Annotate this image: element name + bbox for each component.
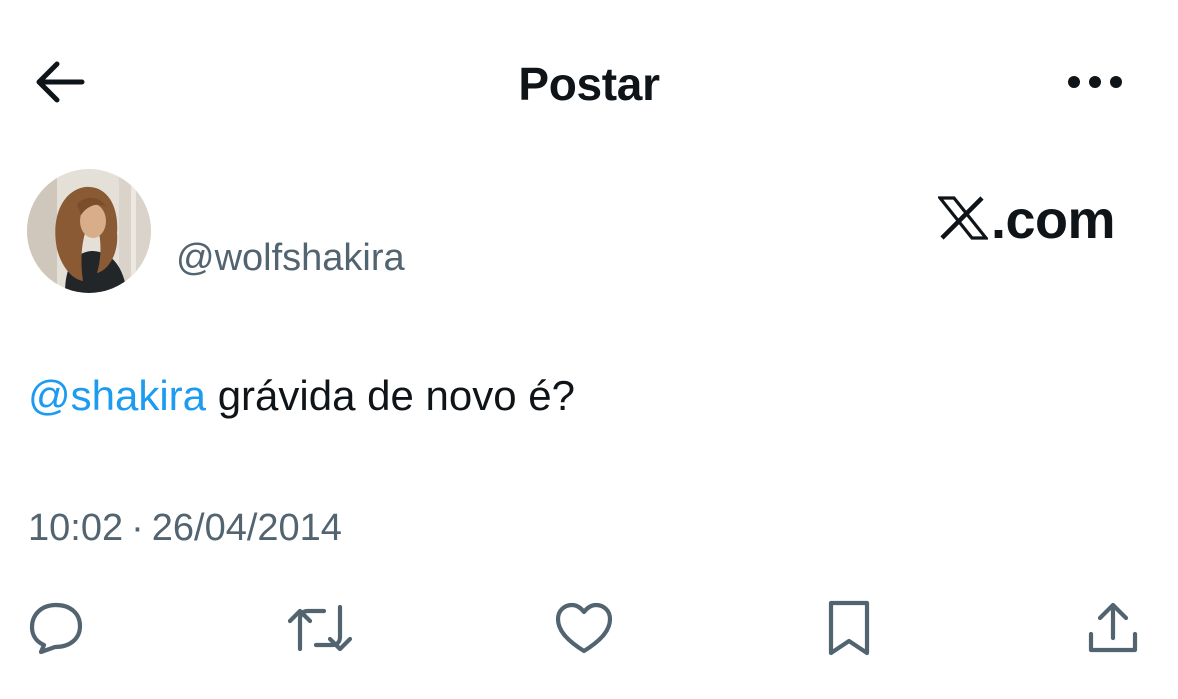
bookmark-icon [825,599,873,657]
post-date[interactable]: 26/04/2014 [152,507,342,549]
post-body: grávida de novo é? [206,372,575,419]
mention-link[interactable]: @shakira [28,372,206,419]
author-handle[interactable]: @wolfshakira [176,236,405,280]
post-time[interactable]: 10:02 [28,507,123,549]
like-icon [554,601,614,655]
arrow-left-icon [33,60,85,104]
back-button[interactable] [30,56,88,108]
post-text: @shakira grávida de novo é? [28,370,575,422]
post-page: Postar @wolfshakira .com @shakira grávid… [0,0,1178,699]
reply-button[interactable] [24,598,88,658]
brand-text: .com [991,190,1116,250]
more-horizontal-icon [1065,74,1125,90]
share-button[interactable] [1081,598,1145,658]
x-logo-icon [936,195,990,245]
more-button[interactable] [1060,60,1130,104]
reply-icon [27,600,85,656]
repost-icon [287,603,353,653]
post-timestamp: 10:02 · 26/04/2014 [28,505,342,551]
like-button[interactable] [552,598,616,658]
meta-separator: · [131,507,144,549]
share-icon [1086,600,1140,656]
brand-watermark: .com [936,190,1116,250]
page-title: Postar [518,58,660,110]
bookmark-button[interactable] [817,598,881,658]
avatar[interactable] [27,169,151,293]
repost-button[interactable] [287,598,353,658]
